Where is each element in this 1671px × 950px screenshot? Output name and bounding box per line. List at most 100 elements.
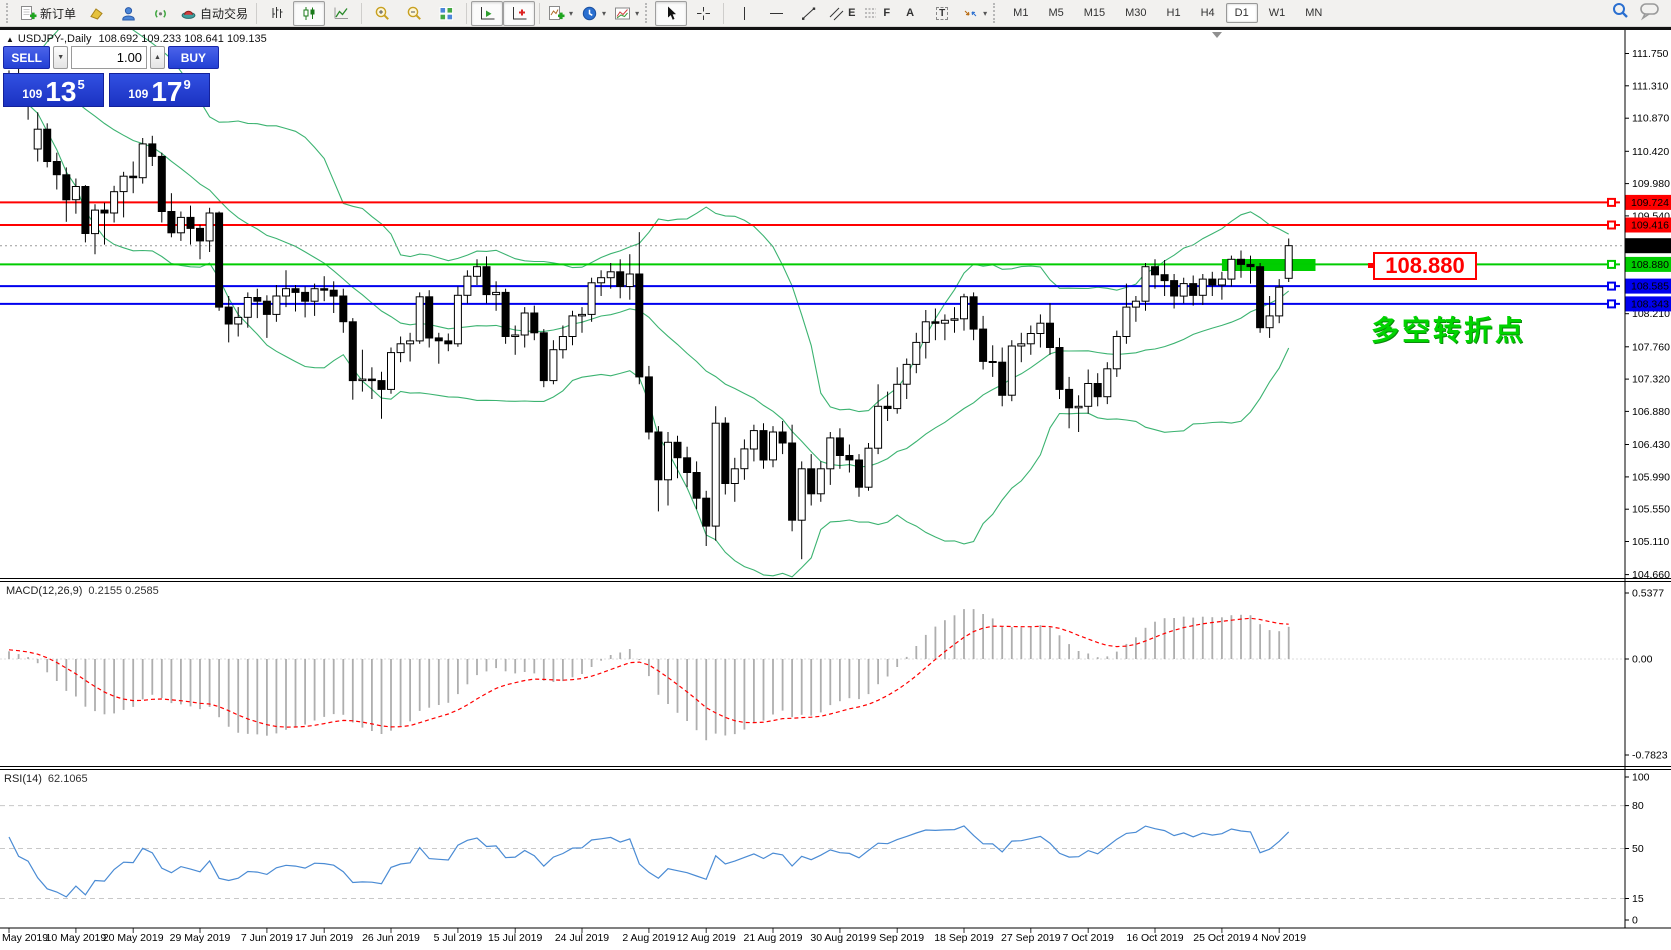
auto-scroll-icon [479, 5, 496, 22]
auto-trading-button[interactable]: 自动交易 [176, 1, 252, 26]
fibonacci-icon [863, 5, 880, 22]
sell-price-pips: 13 [45, 79, 76, 105]
macd-values: 0.2155 0.2585 [88, 585, 158, 597]
candles [6, 68, 1293, 559]
sell-price-display[interactable]: 109135 [3, 73, 104, 107]
tf-button-MN[interactable]: MN [1296, 3, 1331, 23]
tile-windows-button[interactable] [430, 1, 462, 26]
new-order-button[interactable]: 新订单 [16, 1, 80, 26]
svg-text:107.760: 107.760 [1632, 341, 1670, 353]
fibonacci-button[interactable]: F [859, 1, 894, 26]
zoom-out-button[interactable] [398, 1, 430, 26]
trendline-button[interactable] [792, 1, 824, 26]
channel-letter: E [848, 7, 855, 19]
quotes-icon [88, 5, 105, 22]
tf-button-M30[interactable]: M30 [1116, 3, 1155, 23]
candlestick-chart-button[interactable] [293, 1, 325, 26]
indicators-button[interactable]: ▾ [544, 1, 577, 26]
volume-increase-button[interactable]: ▲ [150, 46, 165, 69]
toolbar-grip[interactable] [645, 3, 651, 23]
separator [361, 3, 362, 24]
text-icon: A [906, 7, 914, 19]
line-chart-button[interactable] [325, 1, 357, 26]
macd-plot [0, 609, 1625, 740]
toolbar-grip[interactable] [6, 3, 12, 23]
svg-text:21 Aug 2019: 21 Aug 2019 [744, 932, 803, 944]
svg-text:9 Sep 2019: 9 Sep 2019 [870, 932, 924, 944]
svg-text:111.750: 111.750 [1632, 48, 1669, 60]
text-button[interactable]: A [894, 1, 926, 26]
tf-button-W1[interactable]: W1 [1260, 3, 1295, 23]
toolbar-grip[interactable] [993, 3, 999, 23]
indicators-icon [548, 5, 565, 22]
quotes-button[interactable] [80, 1, 112, 26]
bar-chart-button[interactable] [261, 1, 293, 26]
chart-title: ▲USDJPY-,Daily108.692 109.233 108.641 10… [6, 33, 267, 45]
svg-text:0.00: 0.00 [1632, 654, 1653, 666]
sell-button[interactable]: SELL [3, 46, 50, 69]
zoom-in-button[interactable] [366, 1, 398, 26]
svg-text:105.550: 105.550 [1632, 504, 1670, 516]
one-click-trading-panel: SELL ▼ ▲ BUY 109135 109179 [3, 46, 219, 107]
cursor-button[interactable] [655, 1, 687, 26]
templates-button[interactable]: ▾ [610, 1, 643, 26]
svg-text:18 Sep 2019: 18 Sep 2019 [934, 932, 994, 944]
svg-text:106.430: 106.430 [1632, 439, 1670, 451]
chevron-down-icon: ▾ [569, 9, 573, 18]
vertical-line-button[interactable] [728, 1, 760, 26]
svg-text:29 May 2019: 29 May 2019 [170, 932, 231, 944]
new-order-icon [20, 5, 37, 22]
svg-text:2 Aug 2019: 2 Aug 2019 [622, 932, 675, 944]
macd-header: MACD(12,26,9)0.2155 0.2585 [6, 585, 159, 597]
tf-button-M15[interactable]: M15 [1075, 3, 1114, 23]
crosshair-button[interactable] [687, 1, 719, 26]
buy-price-pips: 17 [151, 79, 182, 105]
svg-text:10 May 2019: 10 May 2019 [46, 932, 107, 944]
templates-icon [614, 5, 631, 22]
price-level-annotation[interactable]: 108.880 [1373, 252, 1477, 280]
equidistant-channel-icon [828, 5, 845, 22]
svg-text:109.416: 109.416 [1631, 220, 1669, 232]
text-label-icon: T [936, 7, 948, 20]
crosshair-icon [695, 5, 712, 22]
auto-scroll-button[interactable] [471, 1, 503, 26]
chat-icon[interactable] [1639, 1, 1661, 26]
signal-button[interactable] [144, 1, 176, 26]
text-label-button[interactable]: T [926, 1, 958, 26]
chart-canvas[interactable]: 111.750111.310110.870110.420109.980109.5… [0, 30, 1671, 950]
tf-button-H1[interactable]: H1 [1158, 3, 1190, 23]
rsi-header: RSI(14)62.1065 [4, 773, 88, 785]
rsi-plot [0, 806, 1625, 899]
line-chart-icon [333, 5, 350, 22]
new-order-label: 新订单 [40, 5, 76, 22]
vertical-line-icon [736, 5, 753, 22]
chart-shift-button[interactable] [503, 1, 535, 26]
tf-button-M5[interactable]: M5 [1039, 3, 1072, 23]
svg-text:108.880: 108.880 [1631, 259, 1669, 271]
horizontal-line-button[interactable] [760, 1, 792, 26]
community-button[interactable] [112, 1, 144, 26]
svg-text:17 Jun 2019: 17 Jun 2019 [295, 932, 353, 944]
tf-button-M1[interactable]: M1 [1004, 3, 1037, 23]
turning-point-note[interactable]: 多空转折点 [1371, 309, 1526, 349]
separator [256, 3, 257, 24]
tf-button-H4[interactable]: H4 [1192, 3, 1224, 23]
svg-text:105.110: 105.110 [1632, 536, 1669, 548]
svg-text:5 Jul 2019: 5 Jul 2019 [434, 932, 483, 944]
svg-text:50: 50 [1632, 843, 1644, 855]
volume-input[interactable] [71, 46, 147, 69]
collapse-arrow-icon[interactable]: ▲ [6, 35, 14, 44]
auto-trading-icon [180, 5, 197, 22]
buy-button[interactable]: BUY [168, 46, 219, 69]
equidistant-channel-button[interactable]: E [824, 1, 859, 26]
search-icon[interactable] [1611, 1, 1631, 26]
arrows-button[interactable]: ▾ [958, 1, 991, 26]
buy-price-display[interactable]: 109179 [109, 73, 210, 107]
zoom-in-icon [374, 5, 391, 22]
tf-button-D1[interactable]: D1 [1226, 3, 1258, 23]
separator [723, 3, 724, 24]
volume-decrease-button[interactable]: ▼ [53, 46, 68, 69]
periods-button[interactable]: ▾ [577, 1, 610, 26]
svg-text:25 Oct 2019: 25 Oct 2019 [1193, 932, 1250, 944]
rsi-name: RSI(14) [4, 773, 42, 785]
